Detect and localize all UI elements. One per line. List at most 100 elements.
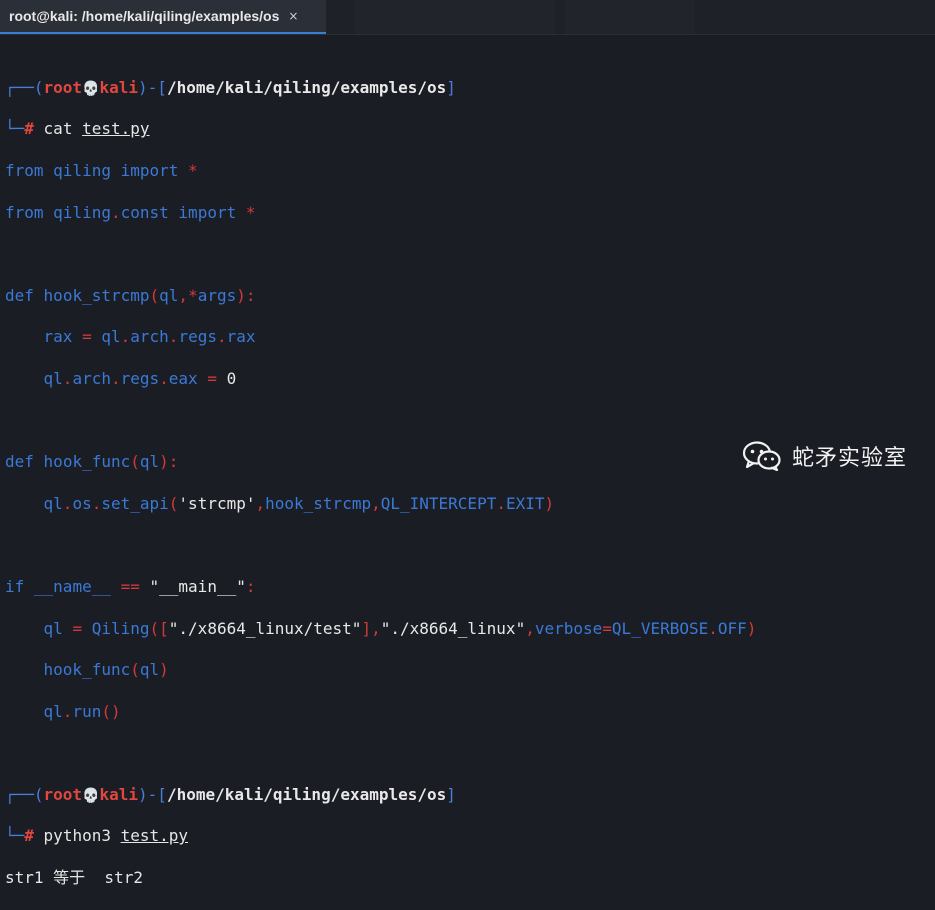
prompt-line-top: ┌──(root💀kali)-[/home/kali/qiling/exampl…	[5, 785, 756, 806]
code-token: if	[5, 576, 25, 596]
close-icon[interactable]: ×	[288, 9, 298, 23]
code-token: .	[62, 368, 73, 388]
watermark-text: 蛇矛实验室	[792, 446, 908, 471]
code-token: regs	[178, 327, 217, 347]
program-output: str1 等于 str2	[5, 868, 143, 888]
prompt-hash: #	[24, 826, 34, 846]
command: python3	[43, 826, 111, 846]
code-token: ql	[43, 368, 63, 388]
prompt-box: ]	[446, 784, 456, 804]
code-token: ,	[255, 493, 266, 513]
code-token: .	[120, 327, 131, 347]
code-token: ql	[43, 618, 63, 638]
prompt-user: root	[43, 77, 83, 97]
code-token: arch	[72, 368, 111, 388]
prompt-host: kali	[99, 784, 139, 804]
code-token: 'strcmp'	[178, 493, 256, 513]
code-token: :	[245, 576, 256, 596]
tab-bar: root@kali: /home/kali/qiling/examples/os…	[0, 0, 935, 35]
code-token: .	[62, 493, 73, 513]
code-token: ql	[139, 452, 160, 472]
code-token: Qiling	[91, 618, 150, 638]
code-token: ()	[101, 701, 121, 721]
tab-title: root@kali: /home/kali/qiling/examples/os	[9, 8, 280, 24]
code-token: QL_INTERCEPT	[380, 493, 497, 513]
command-argument: test.py	[120, 826, 189, 846]
code-token: .	[496, 493, 506, 513]
command: cat	[43, 119, 73, 139]
background-tab-ghost	[355, 0, 555, 34]
code-token: =	[82, 327, 92, 347]
code-token: __name__	[33, 576, 111, 596]
prompt-box: └─	[5, 119, 25, 139]
code-token: run	[72, 701, 102, 721]
code-line: rax = ql.arch.regs.rax	[5, 327, 756, 348]
code-token: .	[110, 368, 121, 388]
skull-icon: 💀	[82, 787, 100, 804]
code-line: if __name__ == "__main__":	[5, 577, 756, 598]
code-line: from qiling import *	[5, 161, 756, 182]
code-token: (	[149, 285, 160, 305]
code-token: .	[216, 327, 227, 347]
prompt-path: /home/kali/qiling/examples/os	[166, 784, 447, 804]
code-token: QL_VERBOSE	[611, 618, 709, 638]
code-token: ,	[525, 618, 535, 638]
prompt-user: root	[43, 784, 83, 804]
code-token: =	[72, 618, 83, 638]
terminal-output[interactable]: ┌──(root💀kali)-[/home/kali/qiling/exampl…	[5, 57, 756, 910]
code-token: ql	[43, 493, 63, 513]
code-token: .	[168, 327, 179, 347]
code-token: )	[159, 660, 169, 680]
code-token: hook_func	[43, 660, 131, 680]
code-token: ql	[159, 285, 179, 305]
code-token: hook_strcmp	[43, 285, 150, 305]
prompt-box: )-[	[138, 77, 167, 97]
code-token: *	[188, 285, 198, 305]
code-line: def hook_strcmp(ql,*args):	[5, 286, 756, 307]
code-token: (	[168, 493, 179, 513]
code-line: def hook_func(ql):	[5, 452, 756, 473]
code-token: ql	[43, 701, 63, 721]
code-token: ql	[139, 660, 160, 680]
code-token: import	[120, 160, 179, 180]
code-token: .	[159, 368, 169, 388]
code-token: verbose	[534, 618, 603, 638]
prompt-host: kali	[99, 77, 139, 97]
prompt-box: ]	[446, 77, 456, 97]
code-token: ql	[101, 327, 121, 347]
code-token: .	[110, 202, 121, 222]
code-token: ):	[236, 285, 256, 305]
code-token: =	[602, 618, 612, 638]
code-token: qiling	[53, 202, 111, 222]
code-line: from qiling.const import *	[5, 203, 756, 224]
background-tab-ghost	[565, 0, 695, 34]
code-token: )	[746, 618, 757, 638]
code-token: os	[72, 493, 92, 513]
code-token: def	[5, 452, 34, 472]
prompt-box: ┌──(	[5, 784, 44, 804]
code-line: ql.arch.regs.eax = 0	[5, 369, 756, 390]
prompt-box: └─	[5, 826, 25, 846]
code-token: "./x8664_linux/test"	[168, 618, 362, 638]
code-token: EXIT	[505, 493, 545, 513]
code-token: set_api	[101, 493, 169, 513]
code-token: rax	[226, 327, 256, 347]
code-token: 0	[226, 368, 237, 388]
watermark: 蛇矛实验室	[742, 440, 907, 472]
code-token: ):	[159, 452, 179, 472]
code-token: OFF	[717, 618, 747, 638]
terminal-tab[interactable]: root@kali: /home/kali/qiling/examples/os…	[0, 0, 326, 34]
prompt-box: ┌──(	[5, 77, 44, 97]
code-token: from	[5, 160, 44, 180]
code-token: )	[544, 493, 555, 513]
code-token: regs	[120, 368, 160, 388]
code-line: ql = Qiling(["./x8664_linux/test"],"./x8…	[5, 618, 757, 640]
code-token: import	[178, 202, 237, 222]
code-token: qiling	[53, 160, 111, 180]
code-token: (	[130, 660, 140, 680]
code-line: hook_func(ql)	[5, 660, 756, 681]
code-token: hook_strcmp	[265, 493, 372, 513]
